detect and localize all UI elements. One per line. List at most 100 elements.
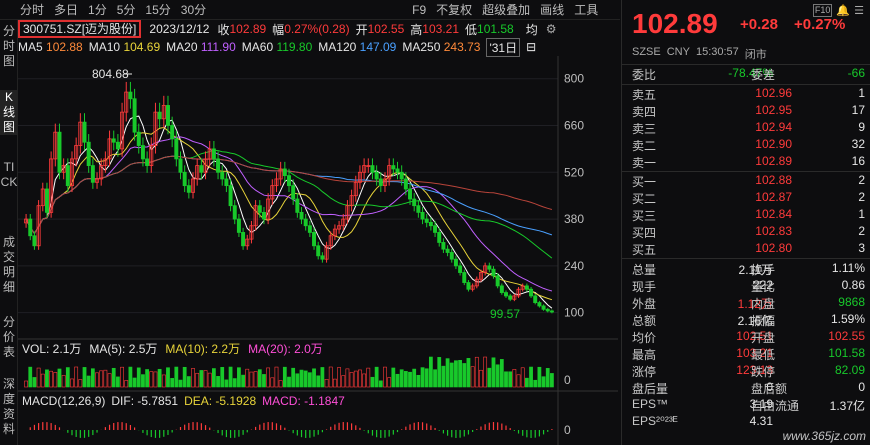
- bid-row[interactable]: 买二 2 102.87: [622, 190, 870, 207]
- volume-bar: [412, 368, 417, 388]
- volume-bar: [195, 372, 200, 388]
- candle-body: [487, 265, 492, 270]
- quote-date: 2023/12/12: [149, 22, 210, 36]
- row-label: 买三: [632, 209, 657, 223]
- bid-row[interactable]: 买三 1 102.84: [622, 207, 870, 224]
- tab-30min[interactable]: 30分: [181, 1, 206, 18]
- alert-icon[interactable]: 🔔: [836, 4, 850, 17]
- volume-bar: [462, 363, 467, 388]
- max-price-label: 804.68: [92, 67, 129, 81]
- ask-row[interactable]: 卖一 16 102.89: [622, 154, 870, 171]
- draw-line-button[interactable]: 画线: [540, 1, 564, 18]
- volume-bar: [40, 373, 45, 388]
- y-tick-label: 800: [564, 72, 584, 86]
- volume-bar: [95, 372, 99, 388]
- period-toolbar: 分时 多日 1分 5分 15分 30分 F9 不复权 超级叠加 画线 工具: [0, 0, 620, 20]
- settings-icon[interactable]: ⚙: [546, 22, 557, 36]
- watermark: www.365jz.com: [782, 429, 866, 443]
- candle-body: [211, 148, 216, 160]
- stat-value-right: 102.55: [828, 329, 865, 343]
- candle-body: [508, 295, 513, 300]
- side-tab-depth[interactable]: 深度资料: [0, 377, 18, 437]
- stat-label-right: 换手: [751, 263, 776, 277]
- volume-bar: [186, 376, 191, 388]
- tab-15min[interactable]: 15分: [145, 1, 170, 18]
- stock-name[interactable]: 300751.SZ[迈为股份]: [18, 20, 142, 38]
- volume-bar: [495, 364, 500, 388]
- candle-body: [320, 255, 325, 260]
- candle-body: [170, 125, 175, 140]
- f10-icon[interactable]: F10: [812, 4, 833, 17]
- candle-body: [82, 121, 87, 143]
- bid-row[interactable]: 买四 2 102.83: [622, 224, 870, 241]
- volume-bar: [366, 367, 371, 388]
- ask-row[interactable]: 卖二 32 102.90: [622, 137, 870, 154]
- last-price: 102.89: [632, 8, 718, 39]
- candle-body: [312, 232, 317, 247]
- volume-bar: [232, 378, 237, 388]
- candle-body: [261, 211, 266, 220]
- row-volume: 1: [858, 207, 865, 221]
- f9-button[interactable]: F9: [412, 3, 426, 17]
- price-change: +0.28: [740, 16, 778, 33]
- volume-bar: [429, 356, 433, 388]
- ask-row[interactable]: 卖四 17 102.95: [622, 103, 870, 120]
- candle-body: [524, 285, 529, 290]
- weibi-row: 委比 -78.47% 委差 -66: [632, 66, 865, 82]
- ask-row[interactable]: 卖三 9 102.94: [622, 120, 870, 137]
- candle-body: [28, 218, 33, 237]
- volume-bar: [253, 371, 258, 388]
- menu-icon[interactable]: ☰: [854, 4, 864, 17]
- stat-value-right: 101.58: [828, 346, 865, 360]
- row-price: 102.80: [755, 241, 792, 255]
- stat-row: 涨停 123.13 跌停 82.09: [622, 363, 870, 380]
- side-tab-trades[interactable]: 成交明细: [0, 235, 18, 295]
- row-price: 102.96: [755, 86, 792, 100]
- side-tab-kline[interactable]: K线图: [0, 90, 18, 135]
- side-tab-tick[interactable]: TICK: [0, 160, 18, 190]
- candle-body: [86, 141, 91, 166]
- open-value: 102.55: [367, 22, 405, 36]
- candle-body: [220, 171, 225, 180]
- tools-button[interactable]: 工具: [574, 1, 598, 18]
- side-tab-intraday[interactable]: 分时图: [0, 24, 18, 69]
- volume-bar: [278, 380, 283, 388]
- tab-1min[interactable]: 1分: [88, 1, 107, 18]
- ma-legend: MA5 102.88 MA10 104.69 MA20 111.90 MA60 …: [18, 37, 620, 57]
- bid-row[interactable]: 买五 3 102.80: [622, 241, 870, 258]
- close-value: 102.89: [229, 22, 267, 36]
- kline-chart[interactable]: 800 660 520 380 240 100 804.68 99.57 VOL: 2.1万…: [18, 56, 618, 445]
- candle-body: [57, 131, 62, 173]
- volume-bar: [65, 367, 70, 388]
- ask-row[interactable]: 卖五 1 102.96: [622, 86, 870, 103]
- quote-panel: 102.89 +0.28 +0.27% F10 🔔 ☰ SZSE CNY 15:…: [621, 0, 870, 445]
- macd-zero-label: 0: [564, 423, 571, 437]
- collapse-icon[interactable]: ⊟: [526, 40, 536, 54]
- row-price: 102.87: [755, 190, 792, 204]
- no-adjust-button[interactable]: 不复权: [436, 1, 472, 18]
- volume-bar: [136, 367, 141, 388]
- candle-body: [445, 248, 450, 253]
- macd-legend-item: DIF: -5.7851: [111, 394, 178, 408]
- volume-bar: [220, 367, 225, 388]
- tab-intraday[interactable]: 分时: [20, 1, 44, 18]
- price-change-pct: +0.27%: [794, 16, 846, 33]
- side-tab-price-table[interactable]: 分价表: [0, 315, 18, 360]
- overlay-button[interactable]: 超级叠加: [482, 1, 530, 18]
- volume-bar: [408, 371, 412, 388]
- candle-body: [433, 225, 438, 233]
- volume-bar: [166, 367, 170, 388]
- stat-label-right: 内盘: [751, 297, 776, 311]
- volume-bar: [216, 376, 220, 388]
- period-selector[interactable]: '31日: [486, 37, 521, 57]
- candle-body: [282, 168, 287, 177]
- bid-row[interactable]: 买一 2 102.88: [622, 173, 870, 190]
- candle-body: [236, 218, 241, 233]
- candle-body: [316, 245, 321, 257]
- tab-multiday[interactable]: 多日: [54, 1, 78, 18]
- tab-5min[interactable]: 5分: [117, 1, 136, 18]
- y-axis: 800 660 520 380 240 100: [564, 72, 584, 320]
- volume-bar: [533, 379, 538, 388]
- chart-labels: 804.68 99.57: [92, 67, 520, 321]
- volume-bar: [545, 368, 550, 388]
